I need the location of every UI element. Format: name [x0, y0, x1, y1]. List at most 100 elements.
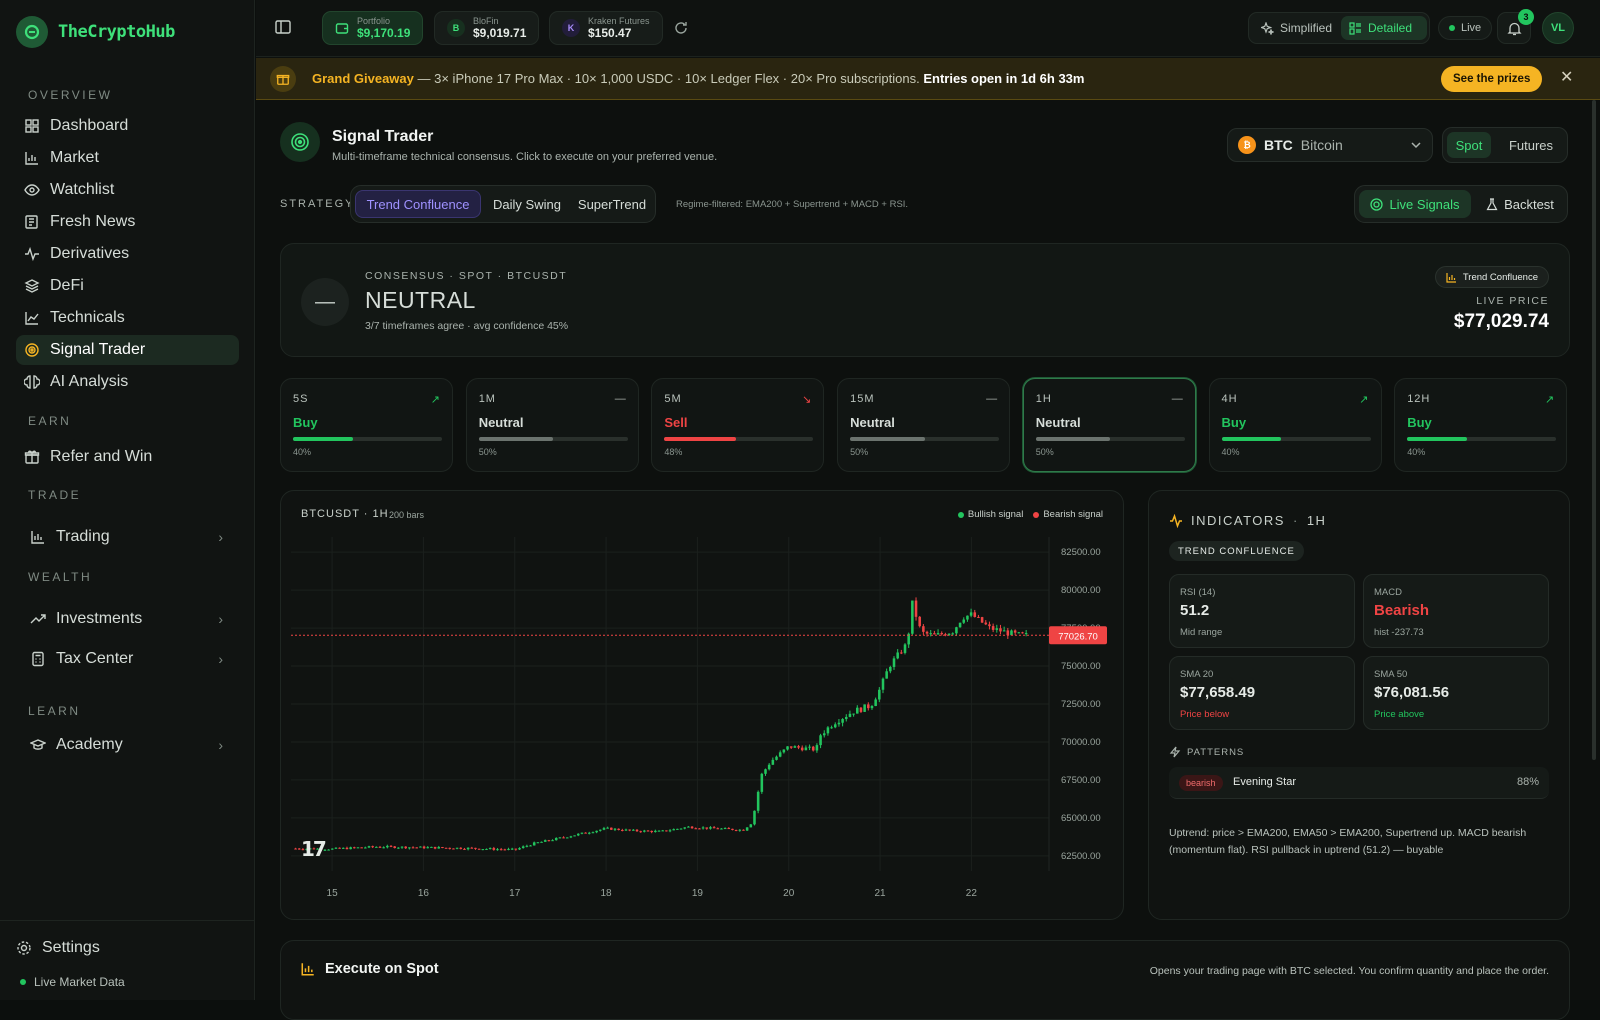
candle-body: [878, 689, 881, 700]
candle-body: [470, 847, 474, 849]
candle-body: [811, 746, 815, 751]
y-tick-label: 80000.00: [1061, 585, 1101, 596]
timeframe-name: 4H: [1221, 393, 1238, 405]
status-label: Live Market Data: [34, 975, 125, 989]
sidebar-item-defi[interactable]: DeFi: [16, 271, 239, 301]
candle-body: [558, 837, 562, 839]
timeframe-card-12h[interactable]: 12H ↗ Buy 40%: [1394, 378, 1568, 472]
candle-body: [900, 652, 903, 654]
sidebar-item-signal-trader[interactable]: Signal Trader: [16, 335, 239, 365]
sidebar-toggle-button[interactable]: [274, 18, 294, 38]
candle-body: [411, 847, 415, 849]
kraken-pill[interactable]: K Kraken Futures $150.47: [549, 11, 663, 45]
banner-countdown: Entries open in 1d 6h 33m: [923, 71, 1085, 86]
zap-icon: [1169, 746, 1181, 758]
live-label: Live: [1461, 22, 1482, 34]
candle-body: [441, 847, 444, 849]
sidebar-item-refer[interactable]: Refer and Win: [16, 442, 239, 472]
tab-supertrend[interactable]: SuperTrend: [571, 190, 653, 218]
candle-body: [327, 849, 330, 851]
candle-body: [889, 666, 892, 672]
candle-body: [764, 769, 767, 774]
close-icon[interactable]: ✕: [1560, 70, 1573, 86]
candle-body: [580, 832, 584, 834]
timeframe-card-1m[interactable]: 1M — Neutral 50%: [465, 378, 639, 472]
logo-mark-icon: [16, 16, 48, 48]
sidebar-item-dashboard[interactable]: Dashboard: [16, 111, 239, 141]
timeframe-card-5s[interactable]: 5S ↗ Buy 40%: [280, 378, 453, 472]
candle-body: [911, 600, 914, 634]
portfolio-label: Portfolio: [357, 16, 391, 26]
sidebar-item-ai-analysis[interactable]: AI Analysis: [16, 367, 239, 397]
candlestick-chart[interactable]: 151617181920212282500.0080000.0077500.00…: [281, 531, 1123, 911]
tab-futures[interactable]: Futures: [1499, 132, 1563, 158]
candle-body: [819, 735, 822, 746]
app-logo[interactable]: TheCryptoHub: [16, 16, 175, 48]
tab-daily-swing[interactable]: Daily Swing: [485, 190, 569, 218]
blofin-pill[interactable]: B BloFin $9,019.71: [434, 11, 540, 45]
tab-backtest[interactable]: Backtest: [1475, 190, 1565, 218]
live-price-label: LIVE PRICE: [1476, 295, 1549, 307]
candle-body: [591, 832, 595, 834]
view-simplified-button[interactable]: Simplified: [1253, 16, 1337, 40]
candle-body: [364, 847, 367, 849]
candle-body: [936, 633, 940, 635]
legend-bearish-label: Bearish signal: [1043, 509, 1103, 520]
tab-trend-confluence[interactable]: Trend Confluence: [355, 190, 481, 218]
sidebar-item-label: Dashboard: [50, 117, 129, 134]
candle-body: [599, 829, 602, 831]
avatar[interactable]: VL: [1542, 12, 1574, 44]
scrollbar[interactable]: [1592, 100, 1596, 760]
sidebar-item-trading[interactable]: Trading ›: [22, 522, 239, 552]
chevron-right-icon: ›: [218, 737, 223, 753]
sidebar-item-tax-center[interactable]: Tax Center ›: [22, 644, 239, 674]
view-detailed-button[interactable]: Detailed: [1341, 16, 1427, 40]
notifications-button[interactable]: 3: [1497, 9, 1534, 44]
live-market-status: Live Market Data: [20, 975, 125, 989]
price-chart-card: BTCUSDT · 1H 200 bars Bullish signal Bea…: [280, 490, 1124, 920]
candle-body: [345, 847, 349, 850]
sidebar-item-market[interactable]: Market: [16, 143, 239, 173]
indicators-timeframe: 1H: [1306, 513, 1327, 528]
sidebar-item-watchlist[interactable]: Watchlist: [16, 175, 239, 205]
candle-body: [430, 846, 433, 848]
kraken-label: Kraken Futures: [588, 16, 650, 26]
candle-body: [867, 704, 870, 709]
consensus-detail: 3/7 timeframes agree · avg confidence 45…: [365, 320, 569, 332]
candle-body: [576, 833, 580, 836]
candle-body: [466, 847, 470, 850]
candle-body: [610, 827, 613, 830]
timeframe-card-5m[interactable]: 5M ↘ Sell 48%: [651, 378, 825, 472]
candle-body: [701, 827, 705, 829]
candle-body: [881, 678, 885, 690]
timeframe-card-4h[interactable]: 4H ↗ Buy 40%: [1208, 378, 1382, 472]
macd-note: hist -237.73: [1374, 627, 1424, 638]
neutral-dash-icon: —: [301, 278, 349, 326]
sidebar-item-technicals[interactable]: Technicals: [16, 303, 239, 333]
settings-button[interactable]: Settings: [8, 933, 231, 963]
candle-body: [485, 848, 488, 850]
refresh-button[interactable]: [672, 19, 690, 42]
candle-body: [870, 706, 874, 709]
sidebar-item-academy[interactable]: Academy ›: [22, 730, 239, 760]
candle-body: [683, 827, 687, 829]
candle-body: [397, 847, 400, 849]
timeframe-name: 1M: [478, 393, 496, 405]
sidebar-item-investments[interactable]: Investments ›: [22, 604, 239, 634]
portfolio-pill[interactable]: Portfolio $9,170.19: [322, 11, 424, 45]
timeframe-card-1h[interactable]: 1H — Neutral 50%: [1022, 378, 1196, 472]
candle-body: [444, 847, 448, 849]
sma50-note: Price above: [1374, 709, 1425, 720]
timeframe-card-15m[interactable]: 15M — Neutral 50%: [837, 378, 1011, 472]
sidebar-item-fresh-news[interactable]: Fresh News: [16, 207, 239, 237]
y-tick-label: 62500.00: [1061, 851, 1101, 862]
consensus-meta: CONSENSUS · SPOT · BTCUSDT: [365, 270, 568, 282]
candle-body: [643, 830, 646, 832]
candle-body: [624, 829, 628, 831]
asset-select[interactable]: ₿ BTC Bitcoin: [1227, 128, 1433, 162]
tab-live-signals[interactable]: Live Signals: [1359, 190, 1471, 218]
macd-card: MACD Bearish hist -237.73: [1363, 574, 1549, 648]
sidebar-item-derivatives[interactable]: Derivatives: [16, 239, 239, 269]
tab-spot[interactable]: Spot: [1447, 132, 1491, 158]
see-prizes-button[interactable]: See the prizes: [1441, 66, 1543, 92]
